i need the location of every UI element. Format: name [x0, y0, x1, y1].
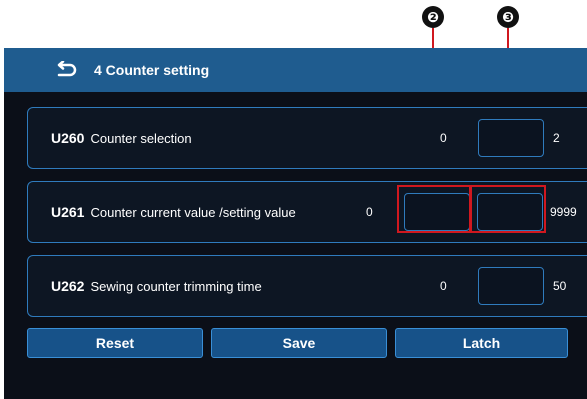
- trimming-time-input[interactable]: [478, 267, 544, 305]
- latch-button[interactable]: Latch: [395, 328, 568, 358]
- min-value: 0: [440, 279, 447, 293]
- row-code: U260: [51, 130, 85, 146]
- current-value-input[interactable]: [404, 193, 470, 231]
- return-arrow-icon[interactable]: [54, 58, 78, 82]
- max-value: 2: [553, 131, 560, 145]
- page-title: 4 Counter setting: [94, 62, 210, 78]
- setting-row-u261[interactable]: U261 Counter current value /setting valu…: [27, 181, 587, 243]
- row-code: U262: [51, 278, 85, 294]
- setting-value-input[interactable]: [477, 193, 543, 231]
- max-value: 9999: [550, 205, 577, 219]
- device-screen: 4 Counter setting U260 Counter selection…: [4, 48, 587, 399]
- save-button[interactable]: Save: [211, 328, 387, 358]
- min-value: 0: [366, 205, 373, 219]
- counter-selection-input[interactable]: [478, 119, 544, 157]
- title-bar: 4 Counter setting: [4, 48, 587, 92]
- setting-row-u262[interactable]: U262 Sewing counter trimming time 0 50: [27, 255, 587, 317]
- callout-2: ❷: [422, 6, 444, 28]
- row-label: Counter selection: [90, 130, 192, 146]
- row-label: Counter current value /setting value: [90, 204, 296, 220]
- row-label: Sewing counter trimming time: [90, 278, 262, 294]
- callout-3: ❸: [497, 6, 519, 28]
- max-value: 50: [553, 279, 567, 293]
- setting-row-u260[interactable]: U260 Counter selection 0 2: [27, 107, 587, 169]
- reset-button[interactable]: Reset: [27, 328, 203, 358]
- min-value: 0: [440, 131, 447, 145]
- row-code: U261: [51, 204, 85, 220]
